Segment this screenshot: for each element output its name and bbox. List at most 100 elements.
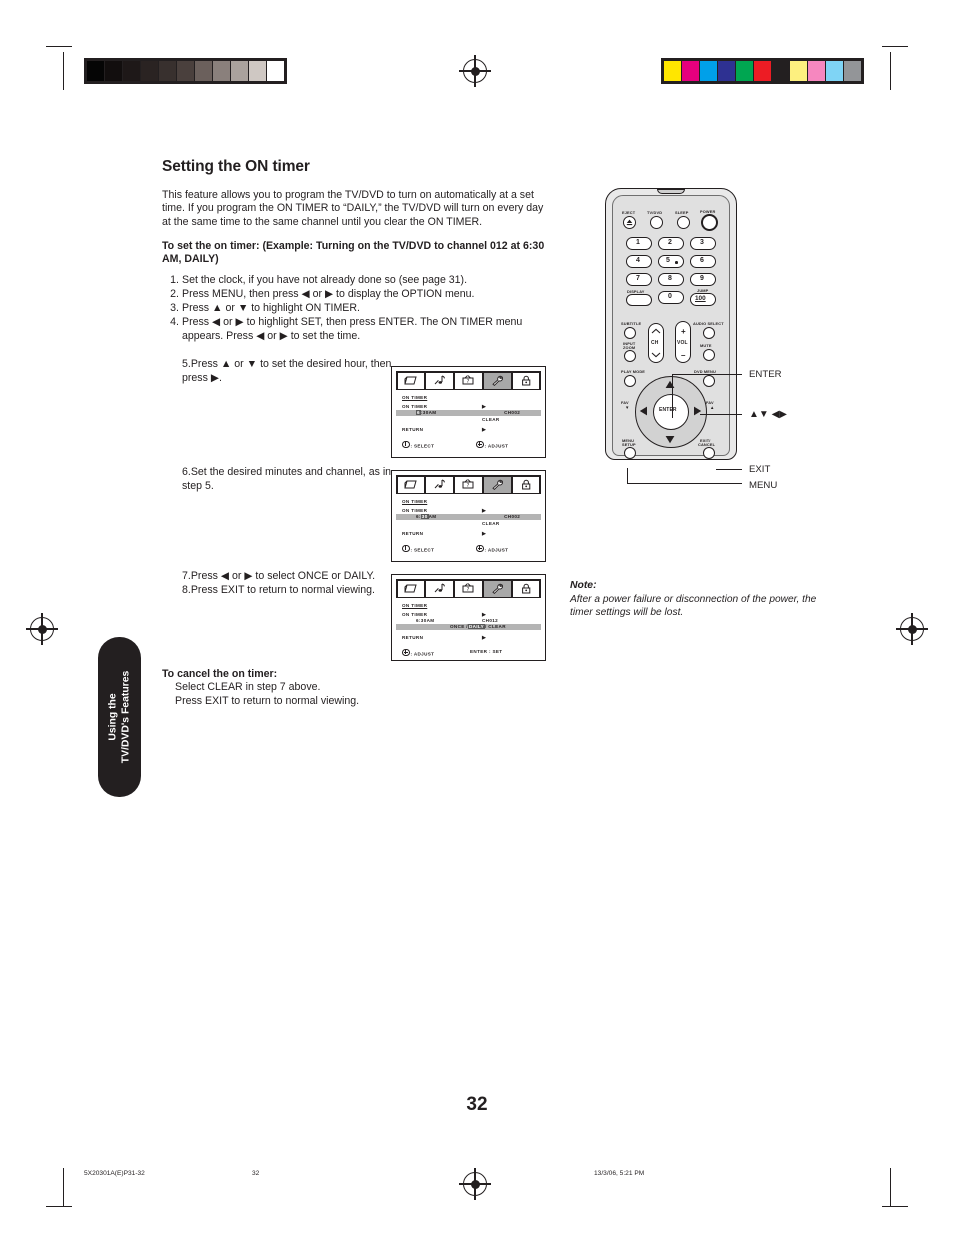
grayscale-swatch bbox=[249, 61, 266, 81]
callout-line-exit bbox=[716, 469, 742, 471]
osd-row-time: 6:30AM CH002 bbox=[396, 409, 541, 417]
audio-icon[interactable] bbox=[426, 580, 454, 597]
dpad-icon bbox=[476, 544, 484, 553]
list-item: 6.Set the desired minutes and channel, a… bbox=[162, 466, 397, 493]
play-mode-button[interactable] bbox=[624, 375, 636, 387]
osd-time-value[interactable]: 6:30AM bbox=[416, 618, 434, 623]
osd-footer-right: : ADJUST bbox=[476, 440, 508, 449]
menu-setup-button[interactable] bbox=[624, 447, 636, 459]
picture-icon[interactable] bbox=[397, 476, 425, 493]
sleep-button[interactable] bbox=[677, 216, 690, 229]
tv-dvd-button[interactable] bbox=[650, 216, 663, 229]
callout-exit: EXIT bbox=[749, 464, 771, 475]
tv-setup-icon[interactable]: ? bbox=[455, 476, 482, 493]
subtitle-button[interactable] bbox=[624, 327, 636, 339]
osd-clear-option[interactable]: CLEAR bbox=[482, 521, 500, 526]
audio-select-button[interactable] bbox=[703, 327, 715, 339]
dpad-down-icon bbox=[665, 436, 675, 444]
dvd-menu-button[interactable] bbox=[703, 375, 715, 387]
picture-icon[interactable] bbox=[397, 580, 425, 597]
osd-icon-row: ? bbox=[396, 371, 541, 390]
channel-up-icon bbox=[651, 328, 661, 334]
cancel-line-1: Select CLEAR in step 7 above. bbox=[175, 681, 321, 693]
list-item: 8.Press EXIT to return to normal viewing… bbox=[162, 584, 387, 598]
procedure-step-5: 5.Press ▲ or ▼ to set the desired hour, … bbox=[162, 358, 392, 385]
osd-time-value: 6:30AM bbox=[416, 410, 436, 416]
step-number: 1. bbox=[170, 273, 179, 286]
lock-icon[interactable] bbox=[512, 580, 540, 597]
footer-page: 32 bbox=[252, 1170, 260, 1177]
osd-channel-value[interactable]: CH002 bbox=[504, 410, 520, 415]
step-text: Set the desired minutes and channel, as … bbox=[182, 466, 392, 492]
channel-down-icon bbox=[651, 352, 661, 358]
procedure-subheading: To set the on timer: (Example: Turning o… bbox=[162, 239, 545, 266]
grayscale-swatch bbox=[195, 61, 212, 81]
tv-setup-icon[interactable]: ? bbox=[455, 372, 482, 389]
callout-menu: MENU bbox=[749, 480, 778, 491]
osd-channel-value[interactable]: CH012 bbox=[482, 618, 498, 623]
eject-button[interactable] bbox=[623, 216, 636, 229]
callout-line-enter-v bbox=[672, 374, 674, 418]
osd-row-return: RETURN ▶ bbox=[402, 635, 535, 641]
digit-2-label: 2 bbox=[668, 239, 672, 246]
osd-screen-step5: ? ON TIMER ON TIMER ▶ 6:30AM CH002 CLEAR… bbox=[391, 366, 546, 458]
digit-4-label: 4 bbox=[636, 257, 640, 264]
osd-return-label[interactable]: RETURN bbox=[402, 531, 423, 536]
osd-return-label[interactable]: RETURN bbox=[402, 427, 423, 432]
osd-body: ON TIMER ON TIMER ▶ 6:30AM CH012 ONCE /D… bbox=[396, 598, 541, 659]
note-body: After a power failure or disconnection o… bbox=[570, 594, 817, 618]
osd-return-label[interactable]: RETURN bbox=[402, 635, 423, 640]
color-swatch bbox=[700, 61, 717, 81]
svg-text:?: ? bbox=[467, 587, 470, 593]
osd-mode-options: ONCE /DAILY/ CLEAR bbox=[450, 624, 506, 630]
osd-mode-daily[interactable]: DAILY bbox=[467, 624, 486, 630]
osd-row-clear: CLEAR bbox=[402, 521, 535, 527]
fav-down-arrow-icon: ▼ bbox=[625, 405, 630, 410]
osd-time-selected[interactable]: 30 bbox=[420, 514, 429, 520]
power-button[interactable] bbox=[701, 214, 718, 231]
intro-paragraph: This feature allows you to program the T… bbox=[162, 189, 544, 228]
exit-cancel-button[interactable] bbox=[703, 447, 715, 459]
vol-label: VOL bbox=[677, 340, 688, 346]
osd-clear-option[interactable]: CLEAR bbox=[482, 417, 500, 422]
mute-button[interactable] bbox=[703, 349, 715, 361]
wrench-icon[interactable] bbox=[483, 476, 511, 493]
osd-mode-once[interactable]: ONCE / bbox=[450, 624, 468, 629]
osd-time-value: 6:30AM bbox=[416, 514, 436, 520]
mute-label: MUTE bbox=[700, 343, 712, 348]
osd-header: ON TIMER bbox=[402, 499, 428, 504]
input-zoom-button[interactable] bbox=[624, 350, 636, 362]
tv-setup-icon[interactable]: ? bbox=[455, 580, 482, 597]
display-button[interactable] bbox=[626, 294, 652, 306]
grayscale-swatch bbox=[177, 61, 194, 81]
audio-icon[interactable] bbox=[426, 372, 454, 389]
audio-icon[interactable] bbox=[426, 476, 454, 493]
dpad-icon bbox=[476, 440, 484, 449]
lock-icon[interactable] bbox=[512, 372, 540, 389]
print-footer: 5X20301A(E)P31-32 32 13/3/06, 5:21 PM bbox=[0, 1170, 954, 1182]
lock-icon[interactable] bbox=[512, 476, 540, 493]
list-item: 5.Press ▲ or ▼ to set the desired hour, … bbox=[162, 358, 392, 385]
step-text: Press EXIT to return to normal viewing. bbox=[190, 584, 375, 597]
audio-select-label: AUDIO SELECT bbox=[693, 321, 724, 326]
step-number: 3. bbox=[170, 301, 179, 314]
color-swatch bbox=[664, 61, 681, 81]
dpad-right-icon bbox=[694, 406, 702, 416]
picture-icon[interactable] bbox=[397, 372, 425, 389]
page-title: Setting the ON timer bbox=[162, 158, 310, 175]
osd-channel-value[interactable]: CH002 bbox=[504, 514, 520, 519]
digit-9-label: 9 bbox=[700, 275, 704, 282]
list-item: 1. Set the clock, if you have not already… bbox=[162, 274, 547, 288]
osd-mode-clear[interactable]: / CLEAR bbox=[485, 624, 506, 629]
osd-screen-step7: ? ON TIMER ON TIMER ▶ 6:30AM CH012 ONCE … bbox=[391, 574, 546, 661]
tv-dvd-label: TV/DVD bbox=[647, 210, 663, 215]
wrench-icon[interactable] bbox=[483, 372, 511, 389]
step-number: 2. bbox=[170, 287, 179, 300]
wrench-icon[interactable] bbox=[483, 580, 511, 597]
grayscale-swatch bbox=[141, 61, 158, 81]
digit-5-button[interactable] bbox=[658, 255, 684, 268]
dpad-icon bbox=[402, 440, 410, 449]
section-tab-line-2: TV/DVD's Features bbox=[119, 670, 131, 764]
registration-mark-top bbox=[459, 55, 491, 87]
cancel-timer-section: To cancel the on timer: Select CLEAR in … bbox=[162, 668, 492, 708]
